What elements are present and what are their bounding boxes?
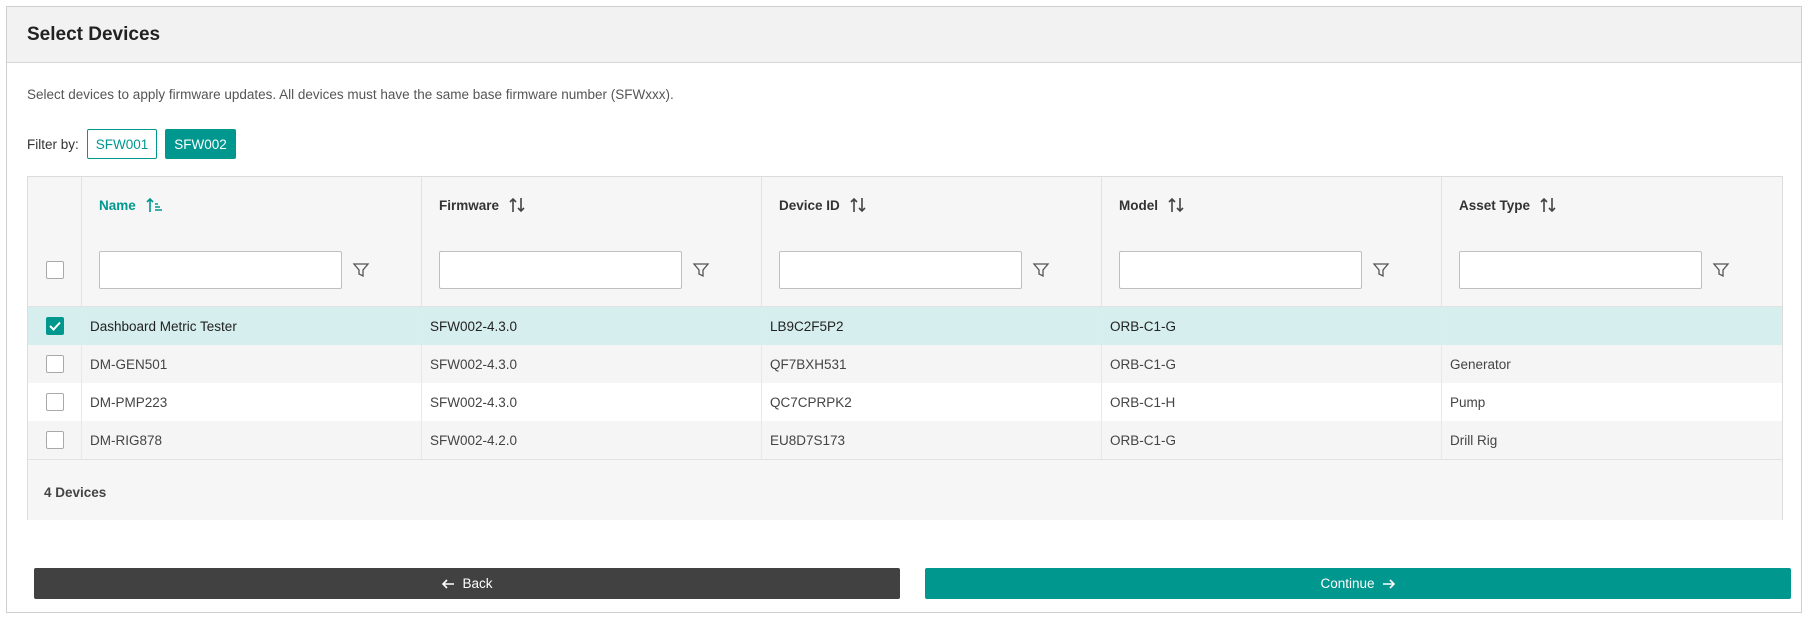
column-header-name[interactable]: Name [81,177,421,233]
continue-button-label: Continue [1320,576,1375,591]
table-row[interactable]: Dashboard Metric Tester SFW002-4.3.0 LB9… [28,307,1782,346]
column-label: Asset Type [1459,197,1531,213]
select-all-checkbox[interactable] [45,260,64,279]
cell-device-id: QF7BXH531 [761,345,1101,383]
back-button-label: Back [462,576,493,591]
row-check-cell [28,421,81,459]
filter-label: Filter by: [27,136,79,152]
table-filter-row [28,233,1782,307]
funnel-icon[interactable] [692,261,710,279]
cell-model: ORB-C1-G [1101,345,1441,383]
row-checkbox[interactable] [45,431,64,449]
cell-device-id: EU8D7S173 [761,421,1101,459]
cell-firmware: SFW002-4.3.0 [421,307,761,345]
cell-name: DM-RIG878 [81,421,421,459]
column-header-asset-type[interactable]: Asset Type [1441,177,1782,233]
filter-chip-sfw002[interactable]: SFW002 [165,129,236,159]
row-checkbox[interactable] [45,317,64,335]
funnel-icon[interactable] [352,261,370,279]
column-header-device-id[interactable]: Device ID [761,177,1101,233]
table-header-row: Name Firmware Device ID Model Asset Type [28,177,1782,234]
cell-model: ORB-C1-H [1101,383,1441,421]
cell-asset-type [1441,307,1782,345]
sort-icon [1540,197,1556,213]
cell-asset-type: Pump [1441,383,1782,421]
cell-firmware: SFW002-4.2.0 [421,421,761,459]
cell-asset-type: Drill Rig [1441,421,1782,459]
funnel-icon[interactable] [1712,261,1730,279]
table-row[interactable]: DM-PMP223 SFW002-4.3.0 QC7CPRPK2 ORB-C1-… [28,383,1782,422]
devices-table: Name Firmware Device ID Model Asset Type… [27,176,1783,520]
page-title: Select Devices [27,23,161,45]
firmware-filter: Filter by: SFW001 SFW002 [27,129,244,159]
cell-model: ORB-C1-G [1101,307,1441,345]
arrow-right-icon [1382,578,1395,589]
cell-name: Dashboard Metric Tester [81,307,421,345]
filter-cell-name [81,233,421,306]
select-devices-panel: Select Devices Select devices to apply f… [6,6,1802,613]
row-checkbox[interactable] [45,355,64,373]
table-row[interactable]: DM-GEN501 SFW002-4.3.0 QF7BXH531 ORB-C1-… [28,345,1782,384]
column-label: Device ID [779,197,840,213]
column-label: Name [99,197,136,213]
row-check-cell [28,383,81,421]
row-checkbox[interactable] [45,393,64,411]
sort-ascending-icon [146,197,162,212]
cell-device-id: QC7CPRPK2 [761,383,1101,421]
instructions-text: Select devices to apply firmware updates… [27,87,674,102]
sort-icon [850,197,866,213]
funnel-icon[interactable] [1032,261,1050,279]
cell-model: ORB-C1-G [1101,421,1441,459]
filter-cell-asset-type [1441,233,1782,306]
filter-chip-sfw001[interactable]: SFW001 [86,129,158,159]
header-check-cell [28,177,81,233]
firmware-filter-input[interactable] [439,250,682,289]
table-row[interactable]: DM-RIG878 SFW002-4.2.0 EU8D7S173 ORB-C1-… [28,421,1782,460]
column-header-model[interactable]: Model [1101,177,1441,233]
model-filter-input[interactable] [1119,250,1362,289]
filter-cell-model [1101,233,1441,306]
filter-cell-firmware [421,233,761,306]
column-label: Firmware [439,197,500,213]
cell-name: DM-PMP223 [81,383,421,421]
filter-cell-device-id [761,233,1101,306]
cell-firmware: SFW002-4.3.0 [421,345,761,383]
continue-button[interactable]: Continue [925,568,1791,599]
panel-header: Select Devices [7,7,1801,63]
arrow-left-icon [442,578,455,589]
back-button[interactable]: Back [34,568,900,599]
cell-asset-type: Generator [1441,345,1782,383]
cell-firmware: SFW002-4.3.0 [421,383,761,421]
column-label: Model [1119,197,1158,213]
sort-icon [1168,197,1184,213]
cell-device-id: LB9C2F5P2 [761,307,1101,345]
row-check-cell [28,345,81,383]
row-check-cell [28,307,81,345]
sort-icon [509,197,525,213]
device-count: 4 Devices [28,464,1782,520]
select-all-cell [28,233,81,306]
cell-name: DM-GEN501 [81,345,421,383]
name-filter-input[interactable] [99,250,342,289]
asset-type-filter-input[interactable] [1459,250,1702,289]
device-id-filter-input[interactable] [779,250,1022,289]
column-header-firmware[interactable]: Firmware [421,177,761,233]
funnel-icon[interactable] [1372,261,1390,279]
checkmark-icon [48,321,61,331]
